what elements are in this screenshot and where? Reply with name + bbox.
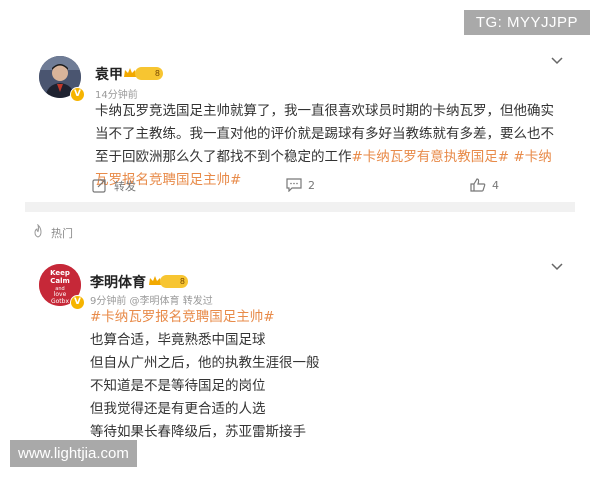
post-line: 等待如果长春降级后，苏亚雷斯接手: [90, 424, 306, 440]
svg-text:love: love: [54, 291, 67, 298]
comment-button[interactable]: 2: [286, 178, 315, 193]
post-line: 但我觉得还是有更合适的人选: [90, 401, 266, 417]
hashtag-link[interactable]: #卡纳瓦罗报名竞聘国足主帅#: [90, 306, 560, 329]
chevron-down-icon[interactable]: [550, 56, 564, 66]
comment-icon: [286, 178, 302, 193]
svg-text:Keep: Keep: [50, 269, 70, 277]
hot-label: 热门: [51, 227, 73, 240]
chevron-down-icon[interactable]: [550, 262, 564, 272]
like-button[interactable]: 4: [470, 178, 499, 192]
flame-icon: [34, 224, 42, 238]
comment-count: 2: [308, 178, 315, 192]
svg-text:Calm: Calm: [50, 277, 70, 285]
post-card-1: V 袁甲 8 14分钟前 卡纳瓦罗竞选国足主帅就算了，我一直很喜欢球员时期的卡纳…: [25, 42, 575, 202]
post-card-2: Keep Calm and love Gotbx V 李明体育 8 9分钟前 @…: [25, 254, 575, 440]
repost-icon: [92, 179, 106, 193]
hashtag-link[interactable]: #卡纳瓦罗有意执教国足#: [352, 149, 510, 165]
action-bar: 转发 2 4: [25, 174, 575, 198]
repost-label: 转发: [114, 180, 136, 193]
level-badge: 8: [160, 275, 188, 288]
author-name[interactable]: 袁甲: [95, 64, 123, 84]
level-badge: 8: [135, 67, 163, 80]
verified-badge: V: [70, 87, 85, 102]
section-divider: [25, 202, 575, 212]
post-line: 不知道是不是等待国足的岗位: [90, 378, 266, 394]
watermark-top: TG: MYYJJPP: [463, 10, 590, 35]
verified-badge: V: [70, 295, 85, 310]
post-meta: 9分钟前 @李明体育 转发过: [90, 296, 213, 307]
post-body: #卡纳瓦罗报名竞聘国足主帅# 也算合适，毕竟熟悉中国足球 但自从广州之后，他的执…: [90, 306, 560, 444]
repost-button[interactable]: 转发: [92, 178, 136, 194]
watermark-bottom: www.lightjia.com: [10, 440, 137, 467]
post-line: 也算合适，毕竟熟悉中国足球: [90, 332, 266, 348]
post-line: 但自从广州之后，他的执教生涯很一般: [90, 355, 320, 371]
post-time: 14分钟前: [95, 90, 138, 101]
author-name[interactable]: 李明体育: [90, 272, 146, 292]
thumbs-up-icon: [470, 178, 486, 192]
like-count: 4: [492, 178, 499, 192]
svg-text:Gotbx: Gotbx: [51, 298, 69, 305]
hot-section-header: 热门: [25, 222, 325, 242]
